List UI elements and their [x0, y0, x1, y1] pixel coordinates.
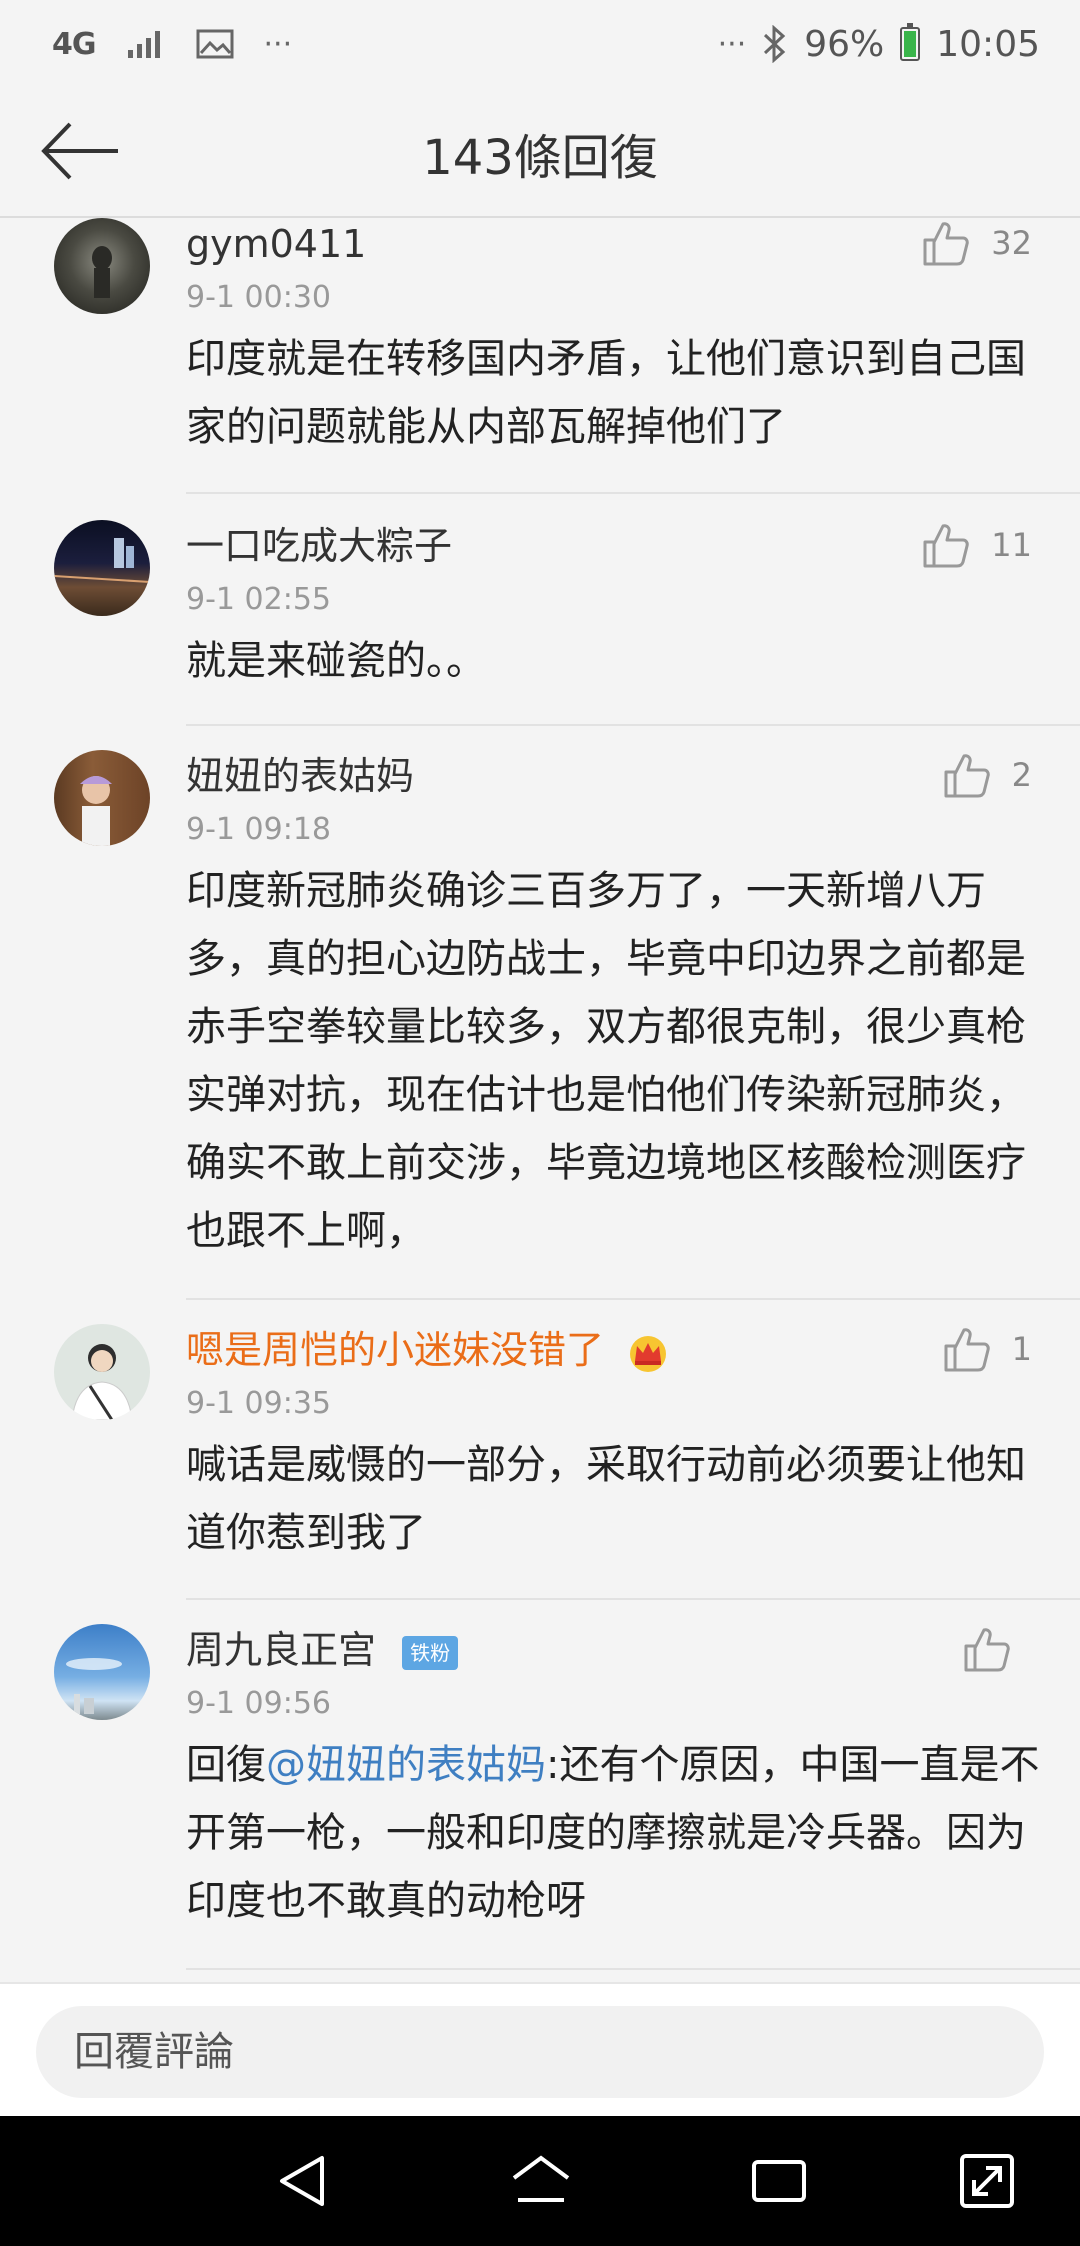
comment-list[interactable]: gym0411 9-1 00:30 印度就是在转移国内矛盾，让他们意识到自己国家…	[0, 218, 1080, 1980]
comment-text: 印度就是在转移国内矛盾，让他们意识到自己国家的问题就能从内部瓦解掉他们了	[186, 336, 1026, 450]
comment-time: 9-1 09:18	[186, 812, 331, 847]
avatar[interactable]	[54, 520, 150, 616]
crown-icon	[630, 1335, 667, 1372]
avatar[interactable]	[54, 1324, 150, 1420]
like-button[interactable]: 1	[942, 1324, 1032, 1374]
comment-time: 9-1 09:56	[186, 1686, 331, 1721]
bluetooth-icon	[764, 25, 786, 63]
clock: 10:05	[936, 23, 1040, 65]
expand-icon[interactable]	[954, 2148, 1020, 2214]
avatar[interactable]	[54, 750, 150, 846]
mention-link[interactable]: @妞妞的表姑妈	[266, 1742, 546, 1788]
reply-bar: 回覆評論	[0, 1982, 1080, 2116]
thumbs-up-icon	[944, 1328, 990, 1372]
reply-input[interactable]: 回覆評論	[36, 2006, 1044, 2098]
image-notification-icon	[196, 29, 233, 59]
thumbs-up-icon	[923, 222, 970, 266]
avatar[interactable]	[54, 1624, 150, 1720]
comment-time: 9-1 00:30	[186, 280, 331, 315]
like-count: 1	[1011, 1330, 1032, 1368]
comment-item: 嗯是周恺的小迷妹没错了 9-1 09:35 喊话是威慑的一部分，采取行动前必须要…	[54, 1300, 1080, 1600]
comment-text: 回復@妞妞的表姑妈:还有个原因，中国一直是不开第一枪，一般和印度的摩擦就是冷兵器…	[186, 1731, 1080, 1935]
signal-icon	[127, 31, 160, 58]
like-count: 32	[991, 224, 1032, 262]
page-title: 143條回復	[422, 130, 658, 186]
fan-badge: 铁粉	[402, 1635, 459, 1670]
back-triangle-icon[interactable]	[270, 2148, 336, 2214]
home-icon[interactable]	[508, 2148, 574, 2214]
system-nav-bar	[0, 2116, 1080, 2246]
comment-time: 9-1 02:55	[186, 582, 331, 617]
thumbs-up-icon	[944, 754, 990, 798]
like-count: 2	[1011, 756, 1032, 794]
battery-percent: 96%	[804, 23, 885, 65]
more-status-icon: ···	[717, 26, 747, 62]
battery-icon	[900, 23, 921, 61]
status-bar: 4G ··· ··· 96% 10:05	[0, 0, 1080, 88]
reply-prefix: 回復	[186, 1742, 266, 1788]
comment-item: 周九良正宫 铁粉 9-1 09:56 回復@妞妞的表姑妈:还有个原因，中国一直是…	[54, 1600, 1080, 1970]
network-indicator: 4G	[52, 26, 96, 62]
like-count: 11	[991, 526, 1032, 564]
comment-username[interactable]: 周九良正宫 铁粉	[186, 1624, 1080, 1676]
comment-text: 喊话是威慑的一部分，采取行动前必须要让他知道你惹到我了	[186, 1442, 1026, 1556]
more-notifications-icon: ···	[263, 26, 293, 62]
username-text: 周九良正宫	[186, 1628, 377, 1672]
like-button[interactable]: 11	[921, 520, 1032, 570]
like-button[interactable]: 32	[921, 218, 1032, 268]
thumbs-up-icon	[923, 524, 970, 568]
like-button[interactable]	[962, 1624, 1032, 1674]
username-text: 嗯是周恺的小迷妹没错了	[186, 1328, 605, 1372]
app-header: 143條回復	[0, 88, 1080, 218]
thumbs-up-icon	[964, 1628, 1010, 1672]
comment-text: 就是来碰瓷的。。	[186, 638, 486, 684]
comment-item: gym0411 9-1 00:30 印度就是在转移国内矛盾，让他们意识到自己国家…	[54, 218, 1080, 494]
comment-item: 一口吃成大粽子 9-1 02:55 就是来碰瓷的。。 11	[54, 494, 1080, 726]
like-button[interactable]: 2	[942, 750, 1032, 800]
recents-icon[interactable]	[746, 2148, 812, 2214]
avatar[interactable]	[54, 218, 150, 314]
comment-text: 印度新冠肺炎确诊三百多万了，一天新增八万多，真的担心边防战士，毕竟中印边界之前都…	[186, 868, 1026, 1254]
comment-time: 9-1 09:35	[186, 1386, 331, 1421]
comment-item: 妞妞的表姑妈 9-1 09:18 印度新冠肺炎确诊三百多万了，一天新增八万多，真…	[54, 726, 1080, 1300]
